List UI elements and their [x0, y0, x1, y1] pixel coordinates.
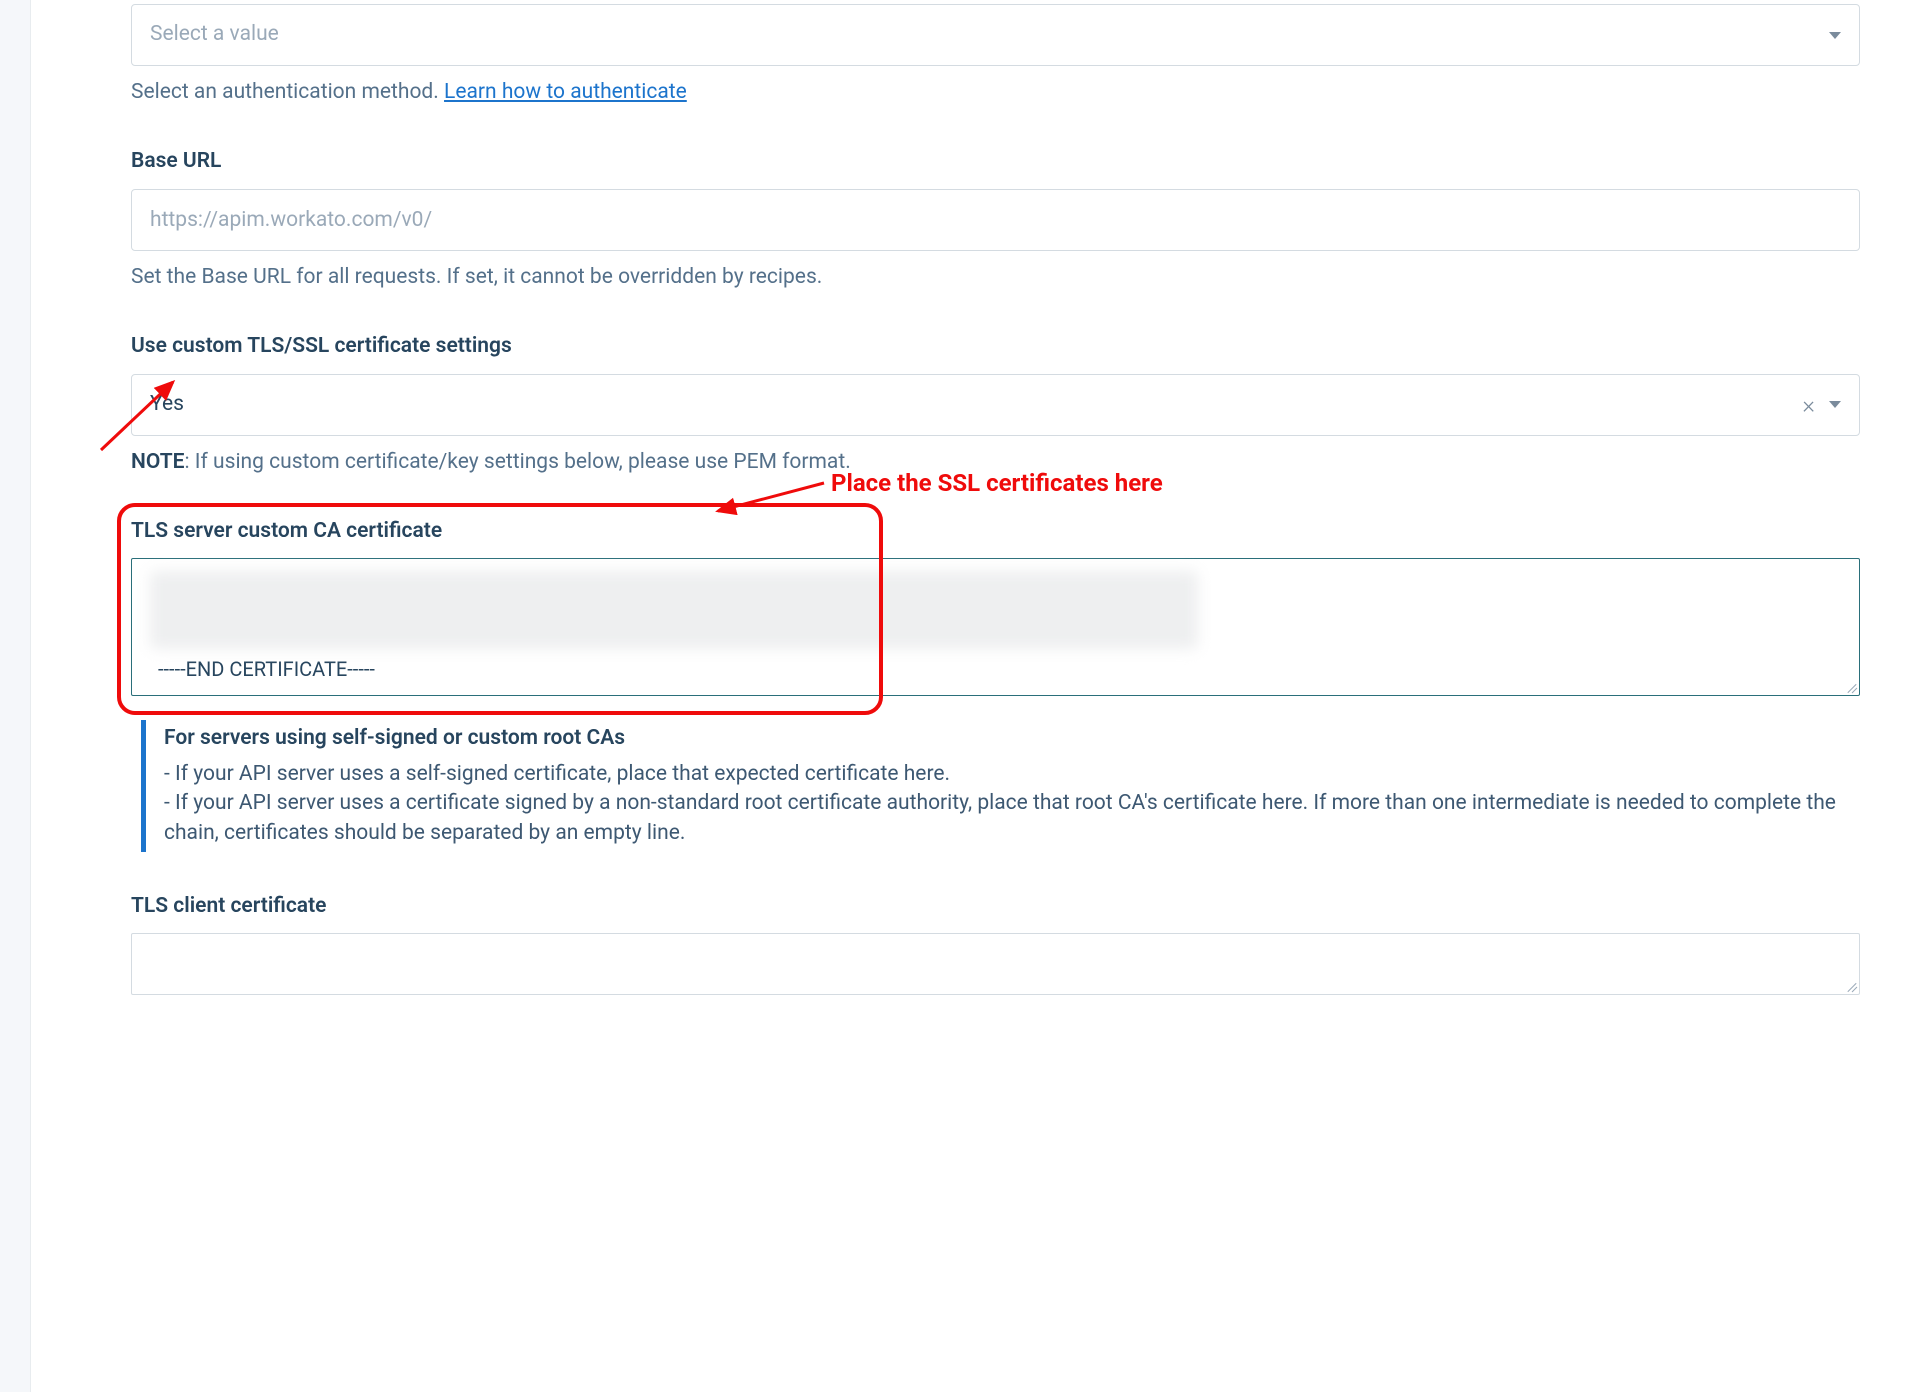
ca-cert-callout-title: For servers using self-signed or custom …: [164, 724, 1844, 753]
ca-cert-textarea[interactable]: -----END CERTIFICATE-----: [131, 558, 1860, 696]
base-url-label: Base URL: [131, 147, 1860, 176]
auth-method-placeholder: Select a value: [150, 20, 1829, 49]
auth-method-helper: Select an authentication method. Learn h…: [131, 78, 1860, 107]
client-cert-textarea[interactable]: [131, 933, 1860, 995]
client-cert-label: TLS client certificate: [131, 892, 1860, 921]
chevron-down-icon: [1829, 32, 1841, 39]
ca-cert-callout-body: - If your API server uses a self-signed …: [164, 760, 1844, 848]
auth-method-select[interactable]: Select a value: [131, 4, 1860, 66]
tls-settings-value: Yes: [150, 390, 1802, 419]
ca-cert-label: TLS server custom CA certificate: [131, 517, 1860, 546]
ca-cert-blurred-content: [150, 571, 1198, 649]
tls-settings-select[interactable]: Yes ×: [131, 374, 1860, 436]
clear-icon[interactable]: ×: [1802, 393, 1815, 417]
resize-handle-icon: [1843, 679, 1857, 693]
chevron-down-icon: [1829, 401, 1841, 408]
tls-settings-note: NOTE: If using custom certificate/key se…: [131, 448, 1860, 477]
resize-handle-icon: [1843, 978, 1857, 992]
base-url-input[interactable]: [131, 189, 1860, 251]
ca-cert-end-marker: -----END CERTIFICATE-----: [150, 655, 1841, 683]
learn-auth-link[interactable]: Learn how to authenticate: [444, 80, 687, 104]
ca-cert-callout: For servers using self-signed or custom …: [141, 720, 1860, 852]
base-url-helper: Set the Base URL for all requests. If se…: [131, 263, 1860, 292]
tls-settings-label: Use custom TLS/SSL certificate settings: [131, 332, 1860, 361]
